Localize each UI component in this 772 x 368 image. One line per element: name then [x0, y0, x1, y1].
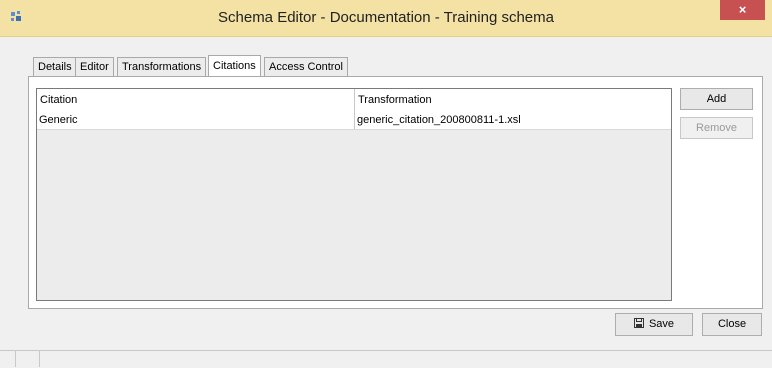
table-row[interactable]: Generic generic_citation_200800811-1.xsl	[37, 112, 671, 130]
cell-citation[interactable]: Generic	[37, 112, 355, 129]
tab-citations[interactable]: Citations	[208, 55, 261, 77]
close-button[interactable]: Close	[702, 313, 762, 336]
tab-access-control[interactable]: Access Control	[264, 57, 348, 76]
save-button[interactable]: Save	[615, 313, 693, 336]
cell-transformation[interactable]: generic_citation_200800811-1.xsl	[355, 112, 671, 129]
status-bar	[0, 350, 772, 368]
floppy-disk-icon	[633, 318, 644, 328]
citations-table[interactable]: Citation Transformation Generic generic_…	[36, 88, 672, 301]
window-title: Schema Editor - Documentation - Training…	[218, 9, 554, 26]
tab-transformations[interactable]: Transformations	[117, 57, 207, 76]
add-button[interactable]: Add	[680, 88, 753, 110]
status-bar-cell	[15, 350, 40, 367]
close-window-button[interactable]: ×	[720, 0, 765, 20]
close-icon: ×	[738, 2, 747, 17]
save-button-label: Save	[648, 318, 675, 330]
remove-button[interactable]: Remove	[680, 117, 753, 139]
column-header-transformation[interactable]: Transformation	[355, 89, 671, 112]
tab-details[interactable]: Details	[33, 57, 77, 76]
column-header-citation[interactable]: Citation	[37, 89, 355, 112]
tab-editor[interactable]: Editor	[75, 57, 114, 76]
table-header: Citation Transformation	[37, 89, 671, 113]
title-bar[interactable]: Schema Editor - Documentation - Training…	[0, 0, 772, 37]
